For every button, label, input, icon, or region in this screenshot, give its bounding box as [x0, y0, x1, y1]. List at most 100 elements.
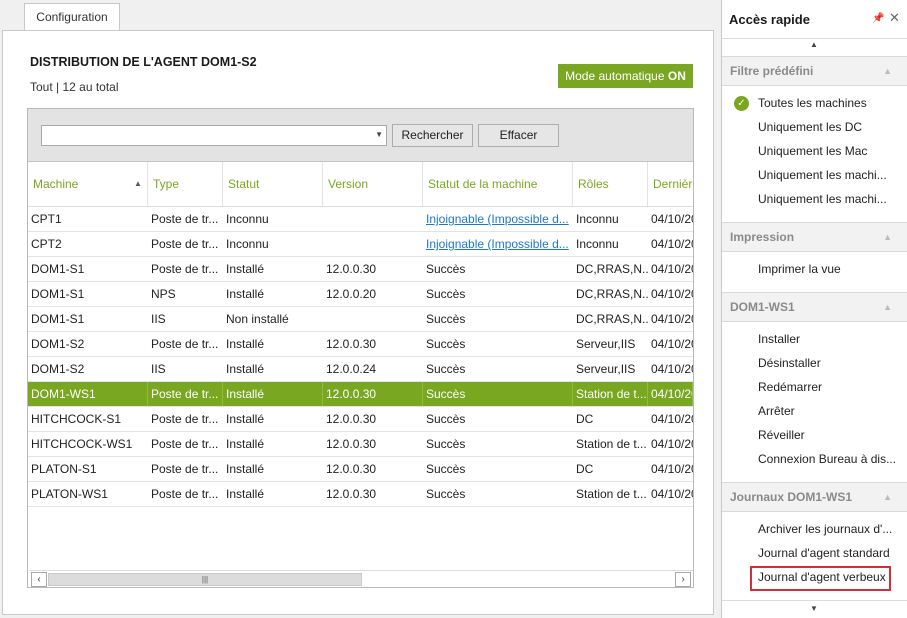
column-header-roles[interactable]: Rôles: [573, 162, 648, 206]
standard-agent-log-link[interactable]: Journal d'agent standard: [758, 544, 898, 562]
column-header-type[interactable]: Type: [148, 162, 223, 206]
table-row[interactable]: DOM1-S1 IIS Non installé Succès DC,RRAS,N...…: [28, 307, 693, 332]
cell-version-text: 12.0.0.20: [326, 287, 377, 301]
scrollbar-thumb[interactable]: |||: [48, 573, 362, 586]
cell-roles-text: DC,RRAS,N...: [576, 287, 648, 301]
cell-last-text: 04/10/20: [651, 362, 693, 376]
cell-version-text: 12.0.0.30: [326, 387, 377, 401]
cell-status: Installé: [223, 407, 323, 431]
verbose-agent-log-link[interactable]: Journal d'agent verbeux: [758, 568, 898, 586]
filter-mac-only[interactable]: Uniquement les Mac: [758, 142, 898, 160]
cell-status: Inconnu: [223, 207, 323, 231]
cell-last: 04/10/20: [648, 382, 693, 406]
column-header-machine[interactable]: Machine: [28, 162, 148, 206]
column-header-status[interactable]: Statut: [223, 162, 323, 206]
pin-icon[interactable]: 📌: [872, 13, 884, 24]
cell-status: Installé: [223, 282, 323, 306]
cell-last: 04/10/20: [648, 457, 693, 481]
cell-machine-status-text: Succès: [426, 462, 466, 476]
cell-type-text: Poste de tr...: [151, 387, 219, 401]
cell-version: 12.0.0.30: [323, 482, 423, 506]
cell-roles: DC: [573, 457, 648, 481]
table-row[interactable]: DOM1-S2 IIS Installé 12.0.0.24 Succès Serveur…: [28, 357, 693, 382]
table-row[interactable]: HITCHCOCK-S1 Poste de tr... Installé 12.0.0…: [28, 407, 693, 432]
cell-machine-text: DOM1-WS1: [31, 387, 96, 401]
cell-type-text: Poste de tr...: [151, 237, 219, 251]
table-row[interactable]: DOM1-S1 NPS Installé 12.0.0.20 Succès DC,RRAS…: [28, 282, 693, 307]
search-button[interactable]: Rechercher: [392, 124, 473, 147]
clear-button[interactable]: Effacer: [478, 124, 559, 147]
cell-last: 04/10/20: [648, 207, 693, 231]
table-row[interactable]: DOM1-S2 Poste de tr... Installé 12.0.0.30 Su…: [28, 332, 693, 357]
cell-machine-text: DOM1-S1: [31, 287, 85, 301]
close-icon[interactable]: ✕: [889, 10, 900, 26]
cell-machine-status-text: Succès: [426, 362, 466, 376]
horizontal-scrollbar[interactable]: ‹ ||| ›: [30, 570, 693, 587]
section-header-logs[interactable]: Journaux DOM1-WS1 ▲: [722, 482, 907, 512]
cell-machine-status-text: Succès: [426, 262, 466, 276]
restart-link[interactable]: Redémarrer: [758, 378, 898, 396]
section-header-filter[interactable]: Filtre prédéfini ▲: [722, 56, 907, 86]
cell-machine-status-text: Succès: [426, 337, 466, 351]
cell-machine-text: PLATON-S1: [31, 462, 97, 476]
page-title: DISTRIBUTION DE L'AGENT DOM1-S2: [30, 55, 257, 69]
collapse-icon[interactable]: ▲: [883, 57, 892, 85]
section-header-machine[interactable]: DOM1-WS1 ▲: [722, 292, 907, 322]
cell-status: Non installé: [223, 307, 323, 331]
column-header-machine-status[interactable]: Statut de la machine: [423, 162, 573, 206]
collapse-icon[interactable]: ▲: [883, 223, 892, 251]
collapse-icon[interactable]: ▲: [883, 293, 892, 321]
table-row[interactable]: PLATON-WS1 Poste de tr... Installé 12.0.0.3…: [28, 482, 693, 507]
cell-last-text: 04/10/20: [651, 262, 693, 276]
wake-link[interactable]: Réveiller: [758, 426, 898, 444]
scroll-down-icon[interactable]: ▼: [810, 604, 818, 613]
cell-version: 12.0.0.24: [323, 357, 423, 381]
cell-machine: HITCHCOCK-WS1: [28, 432, 148, 456]
filter-machines-2[interactable]: Uniquement les machi...: [758, 190, 898, 208]
cell-machine: CPT2: [28, 232, 148, 256]
table-row[interactable]: CPT1 Poste de tr... Inconnu Injoignable (Im…: [28, 207, 693, 232]
scroll-up-icon[interactable]: ▲: [810, 40, 818, 49]
cell-type-text: NPS: [151, 287, 176, 301]
print-view-link[interactable]: Imprimer la vue: [758, 260, 898, 278]
cell-last-text: 04/10/20: [651, 337, 693, 351]
column-header-last[interactable]: Dernière: [648, 162, 693, 206]
stop-link[interactable]: Arrêter: [758, 402, 898, 420]
table-row[interactable]: CPT2 Poste de tr... Inconnu Injoignable (Im…: [28, 232, 693, 257]
cell-machine-status: Succès: [423, 282, 573, 306]
column-header-version[interactable]: Version: [323, 162, 423, 206]
filter-machines-1[interactable]: Uniquement les machi...: [758, 166, 898, 184]
section-title: Filtre prédéfini: [730, 64, 814, 78]
cell-machine-status-text[interactable]: Injoignable (Impossible d...: [426, 212, 569, 226]
scroll-left-icon[interactable]: ‹: [31, 572, 47, 587]
cell-roles: DC,RRAS,N...: [573, 282, 648, 306]
install-link[interactable]: Installer: [758, 330, 898, 348]
chevron-down-icon[interactable]: ▼: [375, 130, 383, 139]
search-combobox[interactable]: ▼: [41, 125, 387, 146]
cell-machine-text: CPT1: [31, 212, 62, 226]
tab-configuration[interactable]: Configuration: [24, 3, 120, 31]
table-row[interactable]: DOM1-S1 Poste de tr... Installé 12.0.0.30 Su…: [28, 257, 693, 282]
table-row[interactable]: PLATON-S1 Poste de tr... Installé 12.0.0.30…: [28, 457, 693, 482]
scroll-right-icon[interactable]: ›: [675, 572, 691, 587]
filter-all-machines[interactable]: Toutes les machines: [758, 94, 898, 112]
cell-version: 12.0.0.30: [323, 457, 423, 481]
archive-logs-link[interactable]: Archiver les journaux d'...: [758, 520, 898, 538]
configuration-panel: DISTRIBUTION DE L'AGENT DOM1-S2 Tout | 1…: [2, 30, 714, 615]
cell-machine-status: Succès: [423, 357, 573, 381]
table-row[interactable]: HITCHCOCK-WS1 Poste de tr... Installé 12.0.…: [28, 432, 693, 457]
section-header-print[interactable]: Impression ▲: [722, 222, 907, 252]
cell-type-text: Poste de tr...: [151, 262, 219, 276]
cell-machine-status: Succès: [423, 307, 573, 331]
cell-roles: Station de t...: [573, 382, 648, 406]
table-row[interactable]: DOM1-WS1 Poste de tr... Installé 12.0.0.30 S…: [28, 382, 693, 407]
checkmark-icon: ✓: [734, 96, 749, 111]
collapse-icon[interactable]: ▲: [883, 483, 892, 511]
auto-mode-button[interactable]: Mode automatique ON: [558, 64, 693, 88]
cell-machine-status-text[interactable]: Injoignable (Impossible d...: [426, 237, 569, 251]
uninstall-link[interactable]: Désinstaller: [758, 354, 898, 372]
agent-grid: ▼ Rechercher Effacer Machine ▲ Type Stat…: [27, 108, 694, 588]
remote-desktop-link[interactable]: Connexion Bureau à dis...: [758, 450, 898, 468]
cell-roles-text: Station de t...: [576, 387, 647, 401]
filter-dc-only[interactable]: Uniquement les DC: [758, 118, 898, 136]
